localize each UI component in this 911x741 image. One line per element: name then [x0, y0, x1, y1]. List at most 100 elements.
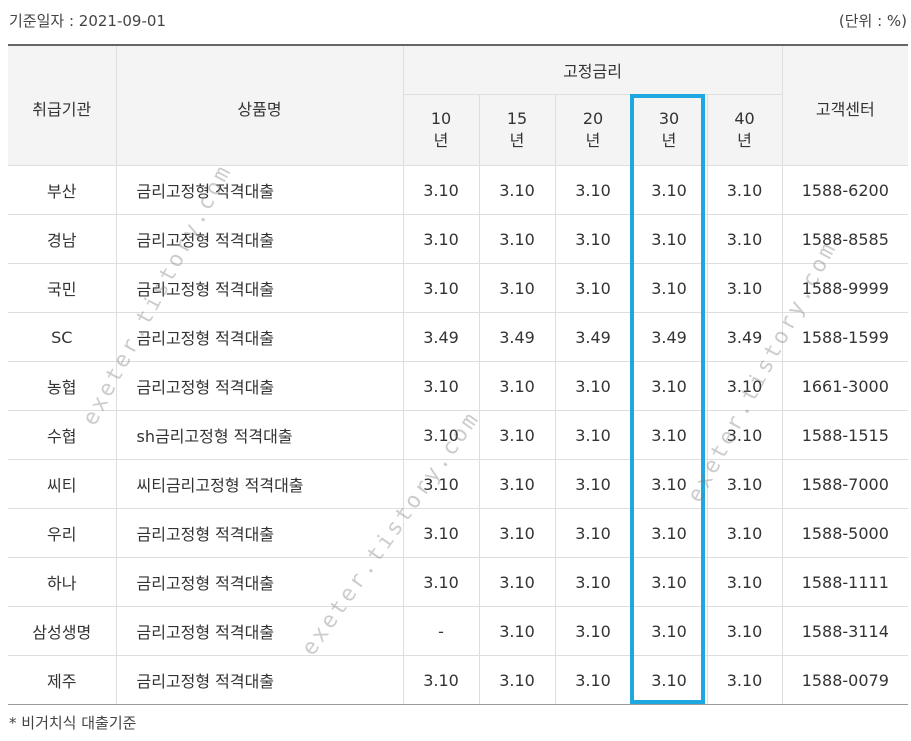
table-row: 하나 금리고정형 적격대출 3.10 3.10 3.10 3.10 3.10 1588-111…: [8, 557, 909, 607]
rate-10y-cell: 3.10: [402, 508, 480, 558]
col-header-term-30: 30 년: [630, 94, 708, 166]
rate-30y-cell: 3.10: [630, 655, 708, 705]
unit-label: (단위 : %): [838, 12, 907, 30]
bank-cell: 씨티: [8, 459, 117, 509]
product-cell: 금리고정형 적격대출: [115, 312, 404, 362]
col-header-bank: 취급기관: [8, 45, 117, 166]
rate-20y-cell: 3.10: [554, 557, 632, 607]
phone-cell: 1588-5000: [781, 508, 909, 558]
rate-10y-cell: 3.10: [402, 557, 480, 607]
term-num: 10: [430, 109, 452, 128]
bank-cell: 제주: [8, 655, 117, 705]
bank-cell: 하나: [8, 557, 117, 607]
rate-10y-cell: 3.49: [402, 312, 480, 362]
rate-30y-cell: 3.49: [630, 312, 708, 362]
rate-20y-cell: 3.10: [554, 361, 632, 411]
rate-15y-cell: 3.10: [478, 655, 556, 705]
col-header-term-40: 40 년: [706, 94, 783, 166]
bank-cell: SC: [8, 312, 117, 362]
bank-cell: 우리: [8, 508, 117, 558]
rate-20y-cell: 3.10: [554, 606, 632, 656]
term-num: 40: [734, 109, 755, 128]
phone-cell: 1588-1111: [781, 557, 909, 607]
table-row: 수협 sh금리고정형 적격대출 3.10 3.10 3.10 3.10 3.10 1588-1…: [8, 410, 909, 460]
rate-30y-cell: 3.10: [630, 459, 708, 509]
phone-cell: 1588-3114: [781, 606, 909, 656]
table-row: 부산 금리고정형 적격대출 3.10 3.10 3.10 3.10 3.10 1588-620…: [8, 165, 909, 215]
rate-40y-cell: 3.10: [706, 214, 783, 264]
rate-20y-cell: 3.49: [554, 312, 632, 362]
rate-10y-cell: 3.10: [402, 361, 480, 411]
rate-20y-cell: 3.10: [554, 214, 632, 264]
phone-cell: 1588-6200: [781, 165, 909, 215]
term-unit: 년: [661, 131, 677, 150]
bank-cell: 국민: [8, 263, 117, 313]
product-cell: 금리고정형 적격대출: [115, 214, 404, 264]
table-row: SC 금리고정형 적격대출 3.49 3.49 3.49 3.49 3.49 1588-159…: [8, 312, 909, 362]
product-cell: 금리고정형 적격대출: [115, 557, 404, 607]
product-cell: 금리고정형 적격대출: [115, 263, 404, 313]
col-header-product: 상품명: [115, 45, 404, 166]
term-unit: 년: [433, 131, 449, 150]
table-body: 부산 금리고정형 적격대출 3.10 3.10 3.10 3.10 3.10 1588-620…: [8, 165, 909, 705]
rate-10y-cell: -: [402, 606, 480, 656]
term-unit: 년: [509, 131, 525, 150]
term-num: 15: [506, 109, 528, 128]
rate-20y-cell: 3.10: [554, 655, 632, 705]
rate-40y-cell: 3.10: [706, 410, 783, 460]
rate-30y-cell: 3.10: [630, 361, 708, 411]
rate-20y-cell: 3.10: [554, 459, 632, 509]
rate-40y-cell: 3.10: [706, 655, 783, 705]
phone-cell: 1588-9999: [781, 263, 909, 313]
phone-cell: 1588-8585: [781, 214, 909, 264]
table-row: 씨티 씨티금리고정형 적격대출 3.10 3.10 3.10 3.10 3.10 1588-7…: [8, 459, 909, 509]
rate-20y-cell: 3.10: [554, 263, 632, 313]
product-cell: 금리고정형 적격대출: [115, 508, 404, 558]
rate-30y-cell: 3.10: [630, 263, 708, 313]
rate-10y-cell: 3.10: [402, 410, 480, 460]
rate-40y-cell: 3.10: [706, 606, 783, 656]
rate-40y-cell: 3.10: [706, 459, 783, 509]
rate-15y-cell: 3.10: [478, 557, 556, 607]
footnote: * 비거치식 대출기준: [9, 714, 137, 732]
col-header-customer-center: 고객센터: [781, 45, 909, 166]
bank-cell: 수협: [8, 410, 117, 460]
rate-40y-cell: 3.10: [706, 361, 783, 411]
rate-15y-cell: 3.10: [478, 410, 556, 460]
header-row: 취급기관 상품명 고정금리 고객센터: [8, 45, 909, 166]
term-num: 30: [658, 109, 680, 128]
table-row: 농협 금리고정형 적격대출 3.10 3.10 3.10 3.10 3.10 1661-300…: [8, 361, 909, 411]
rate-40y-cell: 3.10: [706, 508, 783, 558]
phone-cell: 1661-3000: [781, 361, 909, 411]
phone-cell: 1588-1515: [781, 410, 909, 460]
rate-20y-cell: 3.10: [554, 508, 632, 558]
table-row: 삼성생명 금리고정형 적격대출 -3.10 3.10 3.10 3.10 1588-3114: [8, 606, 909, 656]
product-cell: 씨티금리고정형 적격대출: [115, 459, 404, 509]
rate-30y-cell: 3.10: [630, 410, 708, 460]
rate-30y-cell: 3.10: [630, 606, 708, 656]
rate-20y-cell: 3.10: [554, 165, 632, 215]
table-row: 우리 금리고정형 적격대출 3.10 3.10 3.10 3.10 3.10 1588-500…: [8, 508, 909, 558]
base-date: 기준일자 : 2021-09-01: [9, 12, 166, 30]
rate-40y-cell: 3.49: [706, 312, 783, 362]
rate-15y-cell: 3.10: [478, 459, 556, 509]
top-bar: 기준일자 : 2021-09-01 (단위 : %): [0, 0, 911, 44]
product-cell: 금리고정형 적격대출: [115, 361, 404, 411]
rate-10y-cell: 3.10: [402, 263, 480, 313]
col-header-term-10: 10 년: [403, 94, 480, 166]
rate-10y-cell: 3.10: [402, 459, 480, 509]
product-cell: sh금리고정형 적격대출: [115, 410, 404, 460]
phone-cell: 1588-1599: [781, 312, 909, 362]
phone-cell: 1588-7000: [781, 459, 909, 509]
bank-cell: 경남: [8, 214, 117, 264]
col-header-term-20: 20 년: [554, 94, 632, 166]
table-row: 경남 금리고정형 적격대출 3.10 3.10 3.10 3.10 3.10 1588-858…: [8, 214, 909, 264]
term-unit: 년: [585, 131, 601, 150]
rate-15y-cell: 3.10: [478, 606, 556, 656]
col-header-fixed-rate: 고정금리: [402, 45, 783, 95]
term-num: 20: [582, 109, 604, 128]
rate-15y-cell: 3.10: [478, 214, 556, 264]
phone-cell: 1588-0079: [781, 655, 909, 705]
rate-30y-cell: 3.10: [630, 214, 708, 264]
rate-10y-cell: 3.10: [402, 165, 480, 215]
